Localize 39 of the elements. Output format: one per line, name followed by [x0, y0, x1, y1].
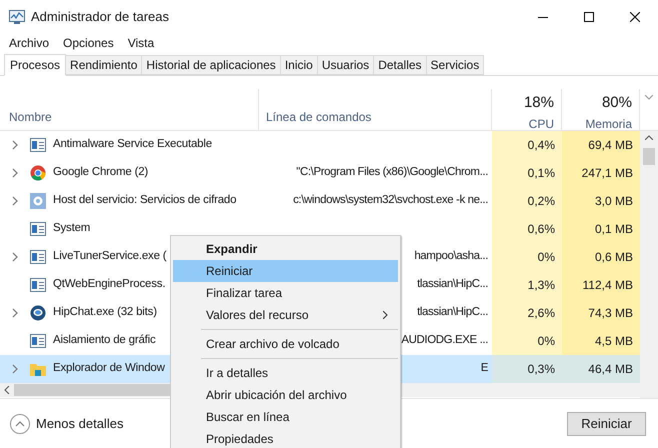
memory-value: 0,6 MB [594, 249, 633, 266]
command-line: c:\windows\system32\svchost.exe -k ne... [293, 193, 488, 208]
cpu-value: 0% [538, 333, 555, 350]
process-name: Host del servicio: Servicios de cifrado [53, 193, 236, 208]
cpu-value: 0,3% [528, 361, 555, 378]
cpu-value: 1,3% [528, 277, 555, 294]
cpu-value: 0,1% [528, 165, 555, 182]
window-title: Administrador de tareas [31, 8, 170, 26]
process-name: LiveTunerService.exe ( [53, 249, 166, 264]
command-line: E [480, 361, 488, 376]
column-total: 18% [524, 93, 554, 113]
command-line: tlassian\HipC... [417, 277, 488, 292]
memory-value: 74,3 MB [588, 305, 633, 322]
memory-value: 69,4 MB [588, 137, 633, 154]
memory-value: 112,4 MB [582, 277, 633, 294]
memory-value: 0,1 MB [594, 221, 633, 238]
process-name: Explorador de Window [53, 361, 165, 376]
process-name: Google Chrome (2) [53, 165, 148, 180]
process-name: Antimalware Service Executable [53, 137, 212, 152]
command-line: tlassian\HipC... [417, 305, 488, 320]
memory-value: 46,4 MB [588, 361, 633, 378]
command-line: AUDIODG.EXE ... [401, 333, 488, 348]
column-label: Memoria [585, 116, 632, 132]
memory-value: 247,1 MB [582, 165, 633, 182]
column-total: 80% [602, 93, 632, 113]
memory-value: 4,5 MB [594, 333, 633, 350]
command-line: "C:\Program Files (x86)\Google\Chrom... [296, 165, 488, 180]
memory-value: 3,0 MB [594, 193, 633, 210]
cpu-value: 2,6% [528, 305, 555, 322]
process-name: Aislamiento de gráfic [53, 333, 156, 348]
cpu-value: 0,2% [528, 193, 555, 210]
process-name: QtWebEngineProcess. [53, 277, 166, 292]
process-name: HipChat.exe (32 bits) [53, 305, 157, 320]
command-line: hampoo\asha... [414, 249, 488, 264]
cpu-value: 0,6% [528, 221, 555, 238]
cpu-value: 0% [538, 249, 555, 266]
cpu-value: 0,4% [528, 137, 555, 154]
process-name: System [53, 221, 90, 236]
column-label: CPU [528, 116, 554, 132]
